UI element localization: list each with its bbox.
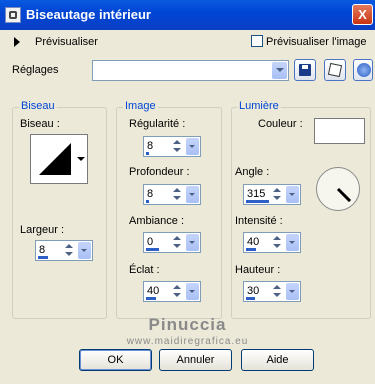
bevel-shape-icon: [39, 143, 71, 175]
randomize-button[interactable]: [324, 59, 346, 81]
close-icon: X: [358, 7, 367, 22]
angle-spinner[interactable]: [271, 187, 285, 202]
angle-dial-needle: [336, 187, 352, 203]
intensity-dropdown[interactable]: [286, 234, 299, 251]
bevel-shape-dropdown[interactable]: [74, 134, 88, 184]
reset-button[interactable]: [353, 59, 373, 81]
cancel-button[interactable]: Annuler: [159, 349, 232, 371]
width-label: Largeur :: [20, 224, 65, 236]
smoothness-spinner[interactable]: [171, 139, 185, 154]
image-group-title: Image: [123, 100, 158, 112]
width-spinner[interactable]: [63, 243, 77, 258]
angle-label: Angle :: [235, 166, 270, 178]
collapse-arrow-icon[interactable]: [14, 37, 20, 47]
shininess-spinner[interactable]: [171, 284, 185, 299]
watermark-name: Pinuccia: [148, 315, 227, 334]
ambience-dropdown[interactable]: [186, 234, 199, 251]
width-input[interactable]: 8: [35, 240, 93, 261]
intensity-level-bar: [246, 248, 256, 251]
width-level-bar: [38, 256, 48, 259]
angle-dropdown[interactable]: [286, 186, 299, 203]
randomize-icon: [327, 62, 343, 78]
angle-value: 315: [247, 188, 266, 200]
preview-image-label[interactable]: Prévisualiser l'image: [266, 36, 367, 48]
intensity-value: 40: [247, 236, 260, 248]
shininess-input[interactable]: 40: [143, 281, 201, 302]
smoothness-label: Régularité :: [129, 118, 186, 130]
bevel-group-title: Biseau: [19, 100, 57, 112]
ambience-level-bar: [146, 248, 159, 251]
depth-value: 8: [147, 188, 154, 200]
ambience-input[interactable]: 0: [143, 232, 201, 253]
depth-spinner[interactable]: [171, 187, 185, 202]
ambience-label: Ambiance :: [129, 215, 185, 227]
smoothness-input[interactable]: 8: [143, 136, 201, 157]
window-title: Biseautage intérieur: [26, 7, 151, 22]
shininess-label: Éclat :: [129, 264, 160, 276]
intensity-label: Intensité :: [235, 215, 283, 227]
save-preset-button[interactable]: [294, 59, 316, 81]
presets-label: Réglages: [12, 64, 59, 76]
watermark-url: www.maidiregrafica.eu: [126, 336, 249, 347]
intensity-input[interactable]: 40: [243, 232, 301, 253]
depth-input[interactable]: 8: [143, 184, 201, 205]
light-color-swatch[interactable]: [314, 118, 365, 144]
ok-button[interactable]: OK: [79, 349, 152, 371]
smoothness-level-bar: [146, 152, 149, 155]
depth-label: Profondeur :: [129, 166, 190, 178]
elevation-spinner[interactable]: [271, 284, 285, 299]
depth-level-bar: [146, 200, 149, 203]
help-button[interactable]: Aide: [241, 349, 314, 371]
bevel-shape-label: Biseau :: [20, 118, 60, 130]
angle-input[interactable]: 315: [243, 184, 301, 205]
angle-dial[interactable]: [316, 167, 360, 211]
width-dropdown[interactable]: [78, 242, 91, 259]
ambience-value: 0: [147, 236, 154, 248]
angle-level-bar: [246, 200, 269, 203]
smoothness-dropdown[interactable]: [186, 138, 199, 155]
elevation-label: Hauteur :: [235, 264, 281, 276]
depth-dropdown[interactable]: [186, 186, 199, 203]
close-button[interactable]: X: [352, 4, 373, 25]
ambience-spinner[interactable]: [171, 235, 185, 250]
title-bar: Biseautage intérieur X: [0, 0, 375, 30]
reset-icon: [357, 63, 371, 77]
elevation-input[interactable]: 30: [243, 281, 301, 302]
dialog-app-icon[interactable]: [5, 7, 21, 23]
presets-dropdown[interactable]: [92, 60, 289, 81]
width-value: 8: [39, 244, 46, 256]
shininess-level-bar: [146, 297, 156, 300]
smoothness-value: 8: [147, 140, 154, 152]
chevron-down-icon[interactable]: [272, 62, 287, 79]
elevation-dropdown[interactable]: [286, 283, 299, 300]
preview-label[interactable]: Prévisualiser: [35, 36, 98, 48]
preview-image-checkbox[interactable]: [251, 35, 263, 47]
intensity-spinner[interactable]: [271, 235, 285, 250]
shininess-dropdown[interactable]: [186, 283, 199, 300]
shininess-value: 40: [147, 285, 160, 297]
bevel-shape-preview[interactable]: [30, 134, 80, 184]
elevation-level-bar: [246, 297, 255, 300]
elevation-value: 30: [247, 285, 260, 297]
save-preset-icon: [299, 64, 311, 76]
light-group-title: Lumière: [237, 100, 281, 112]
color-label: Couleur :: [258, 118, 303, 130]
